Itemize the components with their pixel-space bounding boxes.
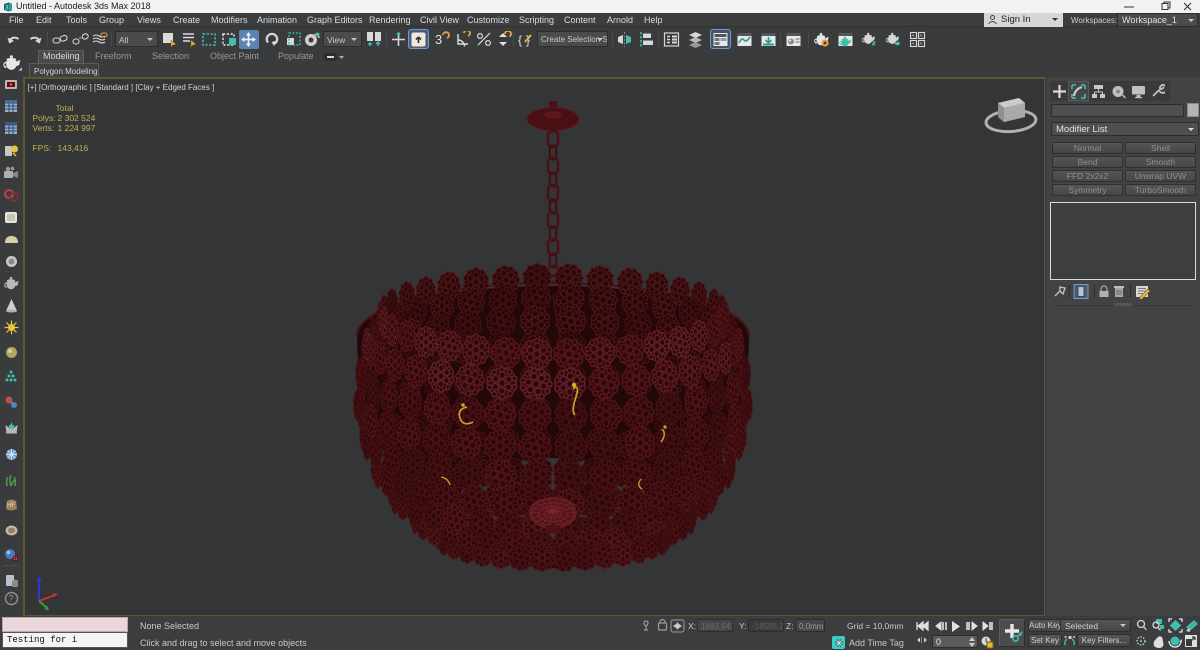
- svg-text:3: 3: [5, 5, 9, 12]
- svg-text:A: A: [920, 41, 923, 46]
- svg-text:A: A: [920, 33, 923, 38]
- svg-text:3: 3: [435, 32, 442, 47]
- svg-text:?: ?: [9, 594, 14, 604]
- svg-text:A: A: [912, 33, 915, 38]
- svg-text:{: {: [518, 33, 522, 47]
- svg-text:HF: HF: [7, 503, 15, 509]
- svg-text:A: A: [912, 41, 915, 46]
